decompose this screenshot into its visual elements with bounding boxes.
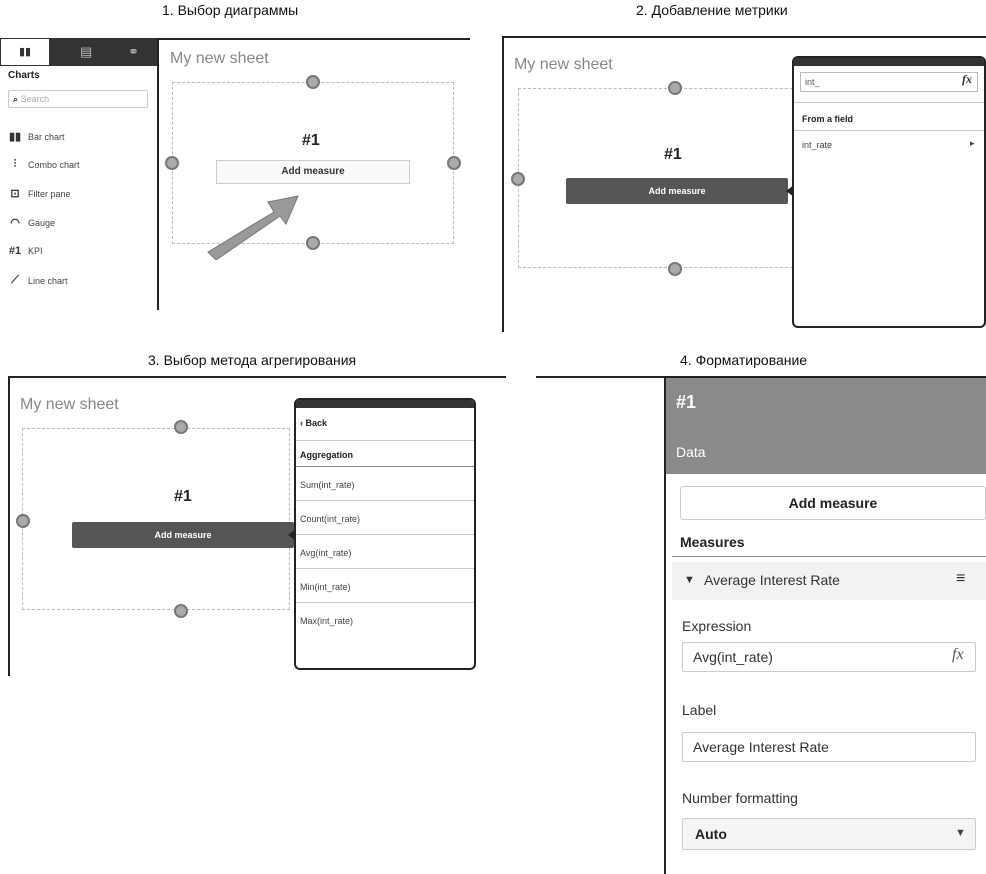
data-section-title: Data	[676, 444, 706, 460]
field-item[interactable]: int_rate	[802, 140, 832, 150]
aggregation-option[interactable]: Min(int_rate)	[296, 582, 476, 592]
sidebar-item-combo-chart[interactable]: ⫶ Combo chart	[8, 158, 80, 171]
back-label: Back	[305, 418, 328, 428]
caption-step-2: 2. Добавление метрики	[636, 2, 788, 18]
expression-label: Expression	[682, 618, 752, 634]
sidebar-item-label: KPI	[28, 246, 43, 256]
properties-header: #1 Data	[666, 378, 986, 474]
master-items-tab-icon[interactable]: ▤	[80, 44, 92, 60]
fx-icon[interactable]: fx	[962, 72, 972, 87]
field-search-input[interactable]: int_	[800, 72, 978, 92]
resize-handle-right[interactable]	[447, 156, 461, 170]
resize-handle-top[interactable]	[668, 81, 682, 95]
sidebar-item-filter-pane[interactable]: ⊡ Filter pane	[8, 187, 71, 200]
chevron-right-icon[interactable]: ▸	[970, 138, 975, 149]
panel-4: #1 Data Add measure Measures ▼ Average I…	[536, 376, 986, 874]
drag-handle-icon[interactable]: ≡	[956, 570, 965, 588]
kpi-placeholder-box[interactable]	[22, 428, 290, 610]
resize-handle-top[interactable]	[306, 75, 320, 89]
measure-name: Average Interest Rate	[704, 572, 840, 588]
bar-chart-icon: ▮▮	[8, 131, 22, 143]
add-measure-button[interactable]: Add measure	[680, 486, 986, 520]
from-field-heading: From a field	[802, 114, 854, 124]
sidebar-item-label: Filter pane	[28, 188, 71, 199]
measures-heading: Measures	[680, 534, 745, 550]
expression-input[interactable]: Avg(int_rate)	[682, 642, 976, 672]
aggregation-option[interactable]: Sum(int_rate)	[296, 480, 476, 490]
resize-handle-left[interactable]	[511, 172, 525, 186]
sheet-title: My new sheet	[514, 56, 613, 73]
sidebar-tabs: ▮▮ ▤ ⚭	[0, 38, 158, 66]
sidebar-item-label: Bar chart	[28, 131, 65, 142]
search-icon: ⌕	[13, 94, 19, 104]
search-placeholder: Search	[20, 94, 50, 104]
back-button[interactable]: ‹ Back	[300, 418, 327, 428]
resize-handle-bottom[interactable]	[174, 604, 188, 618]
sheet-title: My new sheet	[20, 396, 119, 413]
line-chart-icon: ⟋	[11, 274, 19, 286]
aggregation-heading: Aggregation	[300, 450, 353, 460]
charts-heading: Charts	[8, 70, 40, 81]
add-measure-button[interactable]: Add measure	[72, 522, 294, 548]
number-format-value: Auto	[695, 826, 727, 842]
label-input[interactable]: Average Interest Rate	[682, 732, 976, 762]
resize-handle-left[interactable]	[16, 514, 30, 528]
field-picker-popover: int_ fx From a field int_rate ▸	[792, 56, 986, 328]
caption-step-4: 4. Форматирование	[680, 352, 808, 368]
field-search-value: int_	[805, 77, 820, 87]
panel-3: My new sheet #1 Add measure ‹ Back Aggre…	[0, 376, 506, 676]
sidebar-item-kpi[interactable]: #1 KPI	[8, 245, 43, 257]
resize-handle-bottom[interactable]	[306, 236, 320, 250]
sidebar-item-bar-chart[interactable]: ▮▮ Bar chart	[8, 130, 65, 143]
link-tab-icon[interactable]: ⚭	[128, 44, 139, 60]
add-measure-button[interactable]: Add measure	[566, 178, 788, 204]
resize-handle-left[interactable]	[165, 156, 179, 170]
label-label: Label	[682, 702, 717, 718]
panel-2: My new sheet #1 Add measure int_ fx From…	[502, 36, 986, 332]
sidebar-item-label: Gauge	[28, 217, 56, 228]
add-measure-button[interactable]: Add measure	[216, 160, 410, 184]
measure-item[interactable]: ▼ Average Interest Rate ≡	[672, 562, 986, 600]
kpi-title: #1	[664, 146, 682, 163]
sidebar-item-label: Line chart	[28, 275, 68, 286]
panel-1: ▮▮ ▤ ⚭ Charts ⌕ Search ▮▮ Bar chart ⫶ Comb…	[0, 30, 470, 310]
aggregation-option[interactable]: Count(int_rate)	[296, 514, 476, 524]
pointer-arrow-icon	[207, 195, 299, 260]
sidebar-item-line-chart[interactable]: ⟋ Line chart	[8, 274, 68, 287]
caption-step-3: 3. Выбор метода агрегирования	[148, 352, 357, 368]
caret-down-icon[interactable]: ▼	[684, 574, 695, 586]
caption-step-1: 1. Выбор диаграммы	[162, 2, 299, 18]
sidebar-item-gauge[interactable]: ◠ Gauge	[8, 216, 55, 229]
resize-handle-bottom[interactable]	[668, 262, 682, 276]
filter-pane-icon: ⊡	[10, 188, 20, 200]
sheet-title: My new sheet	[170, 50, 269, 67]
number-formatting-label: Number formatting	[682, 790, 798, 806]
kpi-icon: #1	[8, 245, 22, 257]
chevron-down-icon: ▼	[955, 827, 966, 839]
gauge-icon: ◠	[10, 217, 20, 229]
aggregation-option[interactable]: Max(int_rate)	[296, 616, 476, 626]
resize-handle-top[interactable]	[174, 420, 188, 434]
combo-chart-icon: ⫶	[13, 158, 17, 170]
kpi-title: #1	[676, 392, 697, 412]
charts-tab-icon[interactable]: ▮▮	[0, 38, 50, 66]
aggregation-option[interactable]: Avg(int_rate)	[296, 548, 476, 558]
kpi-title: #1	[302, 132, 320, 149]
number-format-select[interactable]: Auto ▼	[682, 818, 976, 850]
chart-search[interactable]: ⌕ Search	[8, 90, 148, 108]
kpi-title: #1	[174, 488, 192, 505]
fx-icon[interactable]: fx	[952, 646, 964, 664]
sidebar-item-label: Combo chart	[28, 159, 80, 170]
